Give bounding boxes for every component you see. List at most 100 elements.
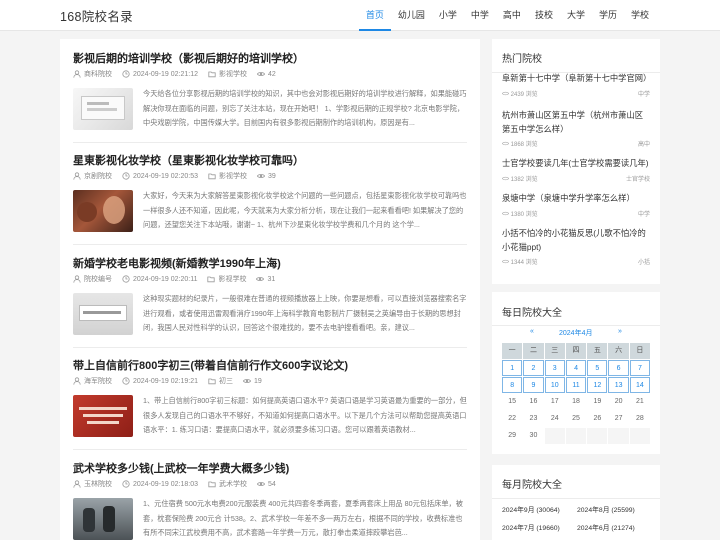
article-category[interactable]: 初三 (219, 376, 233, 386)
article-thumbnail[interactable] (73, 498, 133, 540)
nav-home[interactable]: 首页 (358, 0, 391, 31)
weekday-label: 日 (629, 343, 651, 359)
hot-item-title[interactable]: 士官学校要读几年(士官学校需要读几年) (502, 157, 650, 171)
calendar-day-link[interactable]: 4 (565, 360, 587, 376)
hot-item-views: 1868 浏览 (510, 142, 538, 148)
nav-school[interactable]: 学校 (624, 0, 656, 31)
article-author[interactable]: 京剧院校 (84, 171, 112, 181)
article-author[interactable]: 院校编号 (84, 274, 112, 284)
hot-item-tag[interactable]: 士官学校 (626, 174, 650, 183)
eye-icon (502, 259, 509, 264)
calendar-day: 18 (565, 394, 587, 410)
folder-icon (208, 173, 216, 180)
calendar-day-link[interactable]: 1 (502, 360, 523, 376)
calendar-day-empty (565, 428, 587, 444)
calendar-day-link[interactable]: 13 (608, 377, 629, 393)
calendar-day-link[interactable]: 8 (502, 377, 523, 393)
article-date: 2024-09-19 02:21:12 (133, 70, 198, 78)
divider (73, 142, 467, 143)
article-thumbnail[interactable] (73, 190, 133, 232)
calendar-day-link[interactable]: 6 (608, 360, 629, 376)
month-row: 2024年7月 (19660) 2024年6月 (21274) (502, 522, 652, 532)
article-author[interactable]: 海军院校 (84, 376, 112, 386)
article-title[interactable]: 带上自信前行800字初三(带着自信前行作文600字议论文) (73, 357, 348, 373)
site-logo[interactable]: 168院校名录 (60, 6, 133, 25)
article-author[interactable]: 商科院校 (84, 69, 112, 79)
article-views: 42 (268, 70, 276, 78)
hot-item-title[interactable]: 小括不怕冷的小花猫反思(儿歌不怕冷的小花猫ppt) (502, 227, 650, 254)
article-category[interactable]: 影视学校 (219, 171, 247, 181)
hot-item-tag[interactable]: 小括 (638, 257, 650, 266)
eye-icon (502, 211, 509, 215)
nav-high[interactable]: 高中 (496, 0, 528, 31)
month-link[interactable]: 2024年7月 (19660) (502, 522, 577, 532)
article-thumbnail[interactable] (73, 293, 133, 335)
hot-item-views: 1380 浏览 (510, 211, 538, 218)
hot-item-title[interactable]: 阜新第十七中学（阜新第十七中学官网） (502, 72, 651, 86)
article-title[interactable]: 武术学校多少钱(上武校一年学费大概多少钱) (73, 460, 289, 476)
hot-item-title[interactable]: 杭州市萧山区第五中学（杭州市萧山区第五中学怎么样） (502, 109, 650, 136)
eye-icon (257, 482, 265, 486)
month-link[interactable]: 2024年6月 (21274) (577, 522, 652, 532)
calendar-day: 17 (544, 394, 565, 410)
calendar-day: 19 (587, 394, 608, 410)
calendar-day-empty (629, 428, 651, 444)
top-navbar: 168院校名录 首页 幼儿园 小学 中学 高中 技校 大学 学历 学校 (0, 0, 720, 31)
article-title[interactable]: 星東影视化妆学校（星東影视化妆学校可靠吗） (73, 152, 304, 168)
hot-item-title[interactable]: 泉塘中学（泉塘中学升学率怎么样） (502, 192, 650, 206)
hot-item: 阜新第十七中学（阜新第十七中学官网） 2439 浏览 中学 (502, 72, 651, 99)
calendar-prev-button[interactable]: « (530, 328, 534, 335)
nav-middle[interactable]: 中学 (464, 0, 496, 31)
calendar-day-link[interactable]: 5 (587, 360, 608, 376)
calendar-day-link[interactable]: 14 (629, 377, 651, 393)
article-title[interactable]: 影视后期的培训学校（影视后期好的培训学校） (73, 50, 304, 66)
hot-item-tag[interactable]: 高中 (638, 139, 650, 148)
nav-degree[interactable]: 学历 (592, 0, 624, 31)
hot-item-tag[interactable]: 中学 (638, 209, 650, 218)
calendar-day-link[interactable]: 9 (523, 377, 544, 393)
divider (492, 498, 660, 499)
calendar-day-link[interactable]: 2 (523, 360, 544, 376)
hot-item: 杭州市萧山区第五中学（杭州市萧山区第五中学怎么样） 1868 浏览 高中 (502, 109, 650, 149)
article-title[interactable]: 新婚学校老电影视频(新婚教学1990年上海) (73, 255, 281, 271)
article-category[interactable]: 武术学校 (219, 479, 247, 489)
article-author[interactable]: 玉林院校 (84, 479, 112, 489)
calendar-day-link[interactable]: 3 (544, 360, 565, 376)
article-meta: 玉林院校 2024-09-19 02:18:03 武术学校 54 (73, 479, 286, 489)
eye-icon (243, 379, 251, 383)
weekday-label: 一 (502, 343, 523, 359)
divider (73, 347, 467, 348)
nav-kindergarten[interactable]: 幼儿园 (391, 0, 432, 31)
calendar-day-link[interactable]: 10 (544, 377, 565, 393)
user-icon (73, 172, 81, 180)
calendar-day-link[interactable]: 7 (629, 360, 651, 376)
calendar-day: 30 (523, 428, 544, 444)
article-category[interactable]: 影视学校 (218, 274, 246, 284)
clock-icon (122, 172, 130, 180)
calendar-day-link[interactable]: 11 (565, 377, 587, 393)
nav-primary[interactable]: 小学 (432, 0, 464, 31)
clock-icon (122, 275, 130, 283)
calendar-day: 20 (608, 394, 629, 410)
nav-technical[interactable]: 技校 (528, 0, 560, 31)
monthly-schools-panel: 每月院校大全 2024年9月 (30064) 2024年8月 (25599) 2… (492, 465, 660, 540)
article-thumbnail[interactable] (73, 395, 133, 437)
article-excerpt: 今天给各位分享影视后期的培训学校的知识，其中也会对影视后期好的培训学校进行解释，… (143, 89, 467, 128)
article-views: 31 (267, 275, 276, 283)
weekday-label: 二 (523, 343, 544, 359)
month-link[interactable]: 2024年9月 (30064) (502, 504, 577, 514)
article-thumbnail[interactable] (73, 88, 133, 130)
calendar-grid: 一 二 三 四 五 六 日 1 2 3 4 5 6 7 8 9 10 11 12… (502, 343, 652, 445)
article-excerpt: 1、元住宿费 500元水电费200元服装费 400元共四套冬季两套，夏季两套床上… (143, 499, 463, 538)
hot-item-tag[interactable]: 中学 (638, 89, 650, 98)
hot-item: 士官学校要读几年(士官学校需要读几年) 1382 浏览 士官学校 (502, 157, 650, 184)
calendar-day: 15 (502, 394, 523, 410)
article-date: 2024-09-19 02:18:03 (133, 480, 198, 488)
hot-item: 泉塘中学（泉塘中学升学率怎么样） 1380 浏览 中学 (502, 192, 650, 219)
article-category[interactable]: 影视学校 (219, 69, 247, 79)
month-link[interactable]: 2024年8月 (25599) (577, 504, 652, 514)
nav-university[interactable]: 大学 (560, 0, 592, 31)
calendar-header: « 2024年4月 » (492, 328, 660, 340)
calendar-day-link[interactable]: 12 (587, 377, 608, 393)
calendar-next-button[interactable]: » (618, 328, 622, 335)
